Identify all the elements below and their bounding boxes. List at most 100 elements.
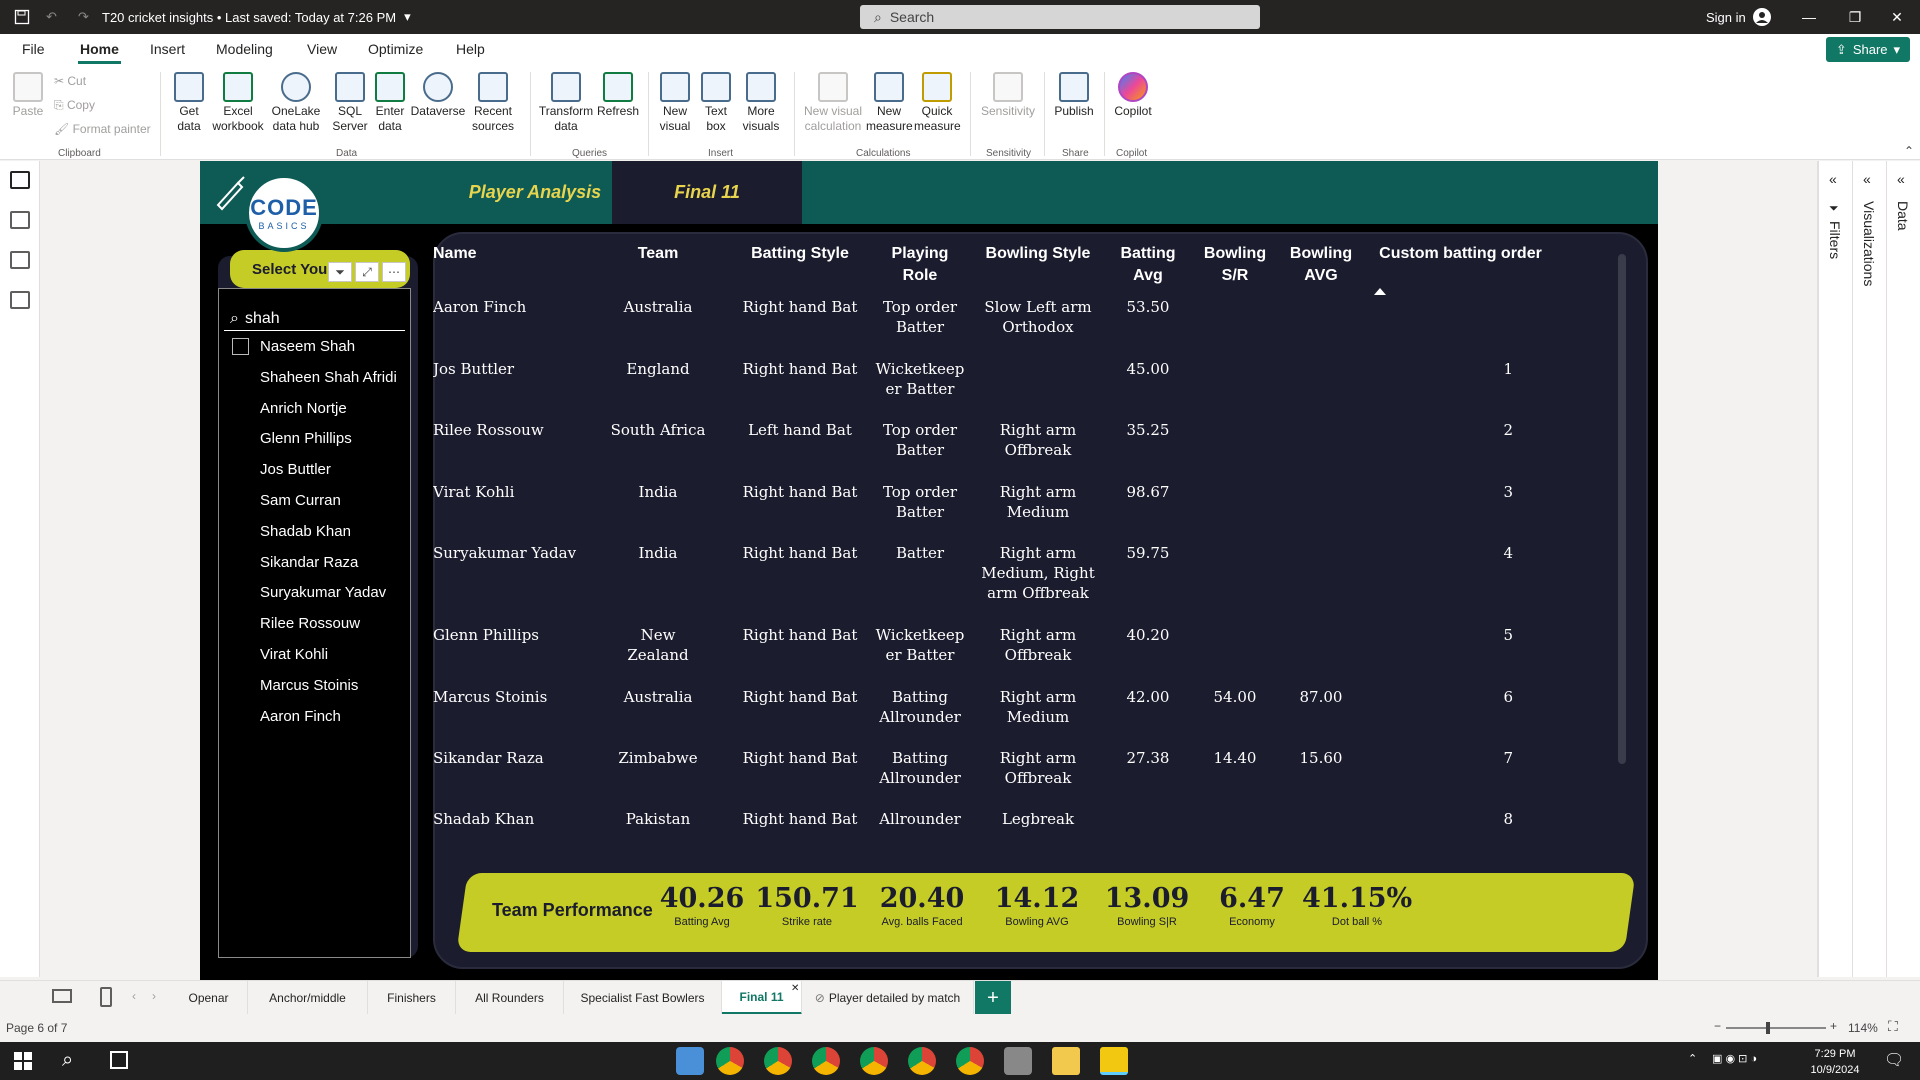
table-scrollbar[interactable] [1618, 254, 1626, 764]
column-header[interactable]: Bowling Style [973, 243, 1103, 265]
tab-insert[interactable]: Insert [150, 41, 185, 57]
zoom-level[interactable]: 114% [1848, 1021, 1878, 1035]
tab-help[interactable]: Help [456, 41, 485, 57]
chrome-icon[interactable] [956, 1047, 984, 1075]
close-tab-icon[interactable]: ✕ [791, 983, 799, 994]
checkbox[interactable] [232, 369, 249, 386]
page-tab[interactable]: Openar [170, 981, 248, 1015]
checkbox[interactable] [232, 492, 249, 509]
slicer-item[interactable]: Sam Curran [224, 489, 405, 512]
column-header[interactable]: Team [613, 243, 703, 265]
page-tab[interactable]: Finishers [368, 981, 456, 1015]
zoom-slider[interactable] [1726, 1027, 1826, 1029]
expand-icon[interactable]: « [1897, 171, 1905, 187]
page-tab-active[interactable]: Final 11 [722, 981, 802, 1015]
column-header[interactable]: Batting Style [735, 243, 865, 265]
search-input[interactable]: ⌕ Search [860, 5, 1260, 29]
sql-server-button[interactable]: SQL Server [328, 72, 372, 134]
slicer-search-input[interactable]: ⌕ shah [224, 308, 405, 331]
onelake-button[interactable]: OneLake data hub [268, 72, 324, 134]
notifications-icon[interactable]: 🗨 [1884, 1050, 1904, 1070]
visualizations-pane[interactable]: « Visualizations [1852, 161, 1886, 977]
get-data-button[interactable]: Get data [170, 72, 208, 134]
nav-player-analysis[interactable]: Player Analysis [465, 161, 605, 224]
close-button[interactable]: ✕ [1874, 0, 1920, 34]
column-header[interactable]: Bowling S/R [1199, 243, 1271, 287]
tab-home[interactable]: Home [78, 41, 121, 64]
checkbox[interactable] [232, 615, 249, 632]
focus-mode-icon[interactable]: ⤢ [355, 262, 379, 282]
transform-data-button[interactable]: Transform data [538, 72, 594, 134]
expand-icon[interactable]: « [1863, 171, 1871, 187]
more-visuals-button[interactable]: More visuals [736, 72, 786, 134]
collapse-ribbon-icon[interactable]: ⌃ [1904, 144, 1914, 158]
quick-measure-button[interactable]: Quick measure [914, 72, 961, 134]
text-box-button[interactable]: Text box [698, 72, 734, 134]
slicer-item[interactable]: Shaheen Shah Afridi [224, 366, 405, 389]
dax-query-view-icon[interactable] [10, 291, 30, 309]
page-tab[interactable]: ⊘ Player detailed by match [802, 981, 974, 1015]
excel-workbook-button[interactable]: Excel workbook [210, 72, 266, 134]
column-header[interactable]: Playing Role [885, 243, 955, 287]
column-header[interactable]: Name [433, 243, 513, 265]
tray-icons[interactable]: ▣ ◉ ⊡ ◑ [1712, 1052, 1757, 1065]
app-icon[interactable] [676, 1047, 704, 1075]
checkbox[interactable] [232, 430, 249, 447]
copy-button[interactable]: ⎘ Copy [54, 98, 95, 113]
slicer-item[interactable]: Virat Kohli [224, 643, 405, 666]
tab-modeling[interactable]: Modeling [216, 41, 273, 57]
scroll-left-icon[interactable]: ‹ [132, 989, 136, 1003]
file-explorer-icon[interactable] [1052, 1047, 1080, 1075]
enter-data-button[interactable]: Enter data [372, 72, 408, 134]
redo-icon[interactable]: ↷ [78, 0, 89, 34]
paste-button[interactable]: Paste [10, 72, 46, 119]
chrome-icon[interactable] [764, 1047, 792, 1075]
undo-icon[interactable]: ↶ [46, 0, 57, 34]
power-bi-icon[interactable] [1100, 1047, 1128, 1075]
document-title[interactable]: T20 cricket insights • Last saved: Today… [102, 0, 411, 34]
format-painter-button[interactable]: 🖌 Format painter [54, 122, 151, 136]
chrome-icon[interactable] [908, 1047, 936, 1075]
page-tab[interactable]: Anchor/middle [248, 981, 368, 1015]
slicer-item[interactable]: Jos Buttler [224, 458, 405, 481]
new-visual-calculation-button[interactable]: New visual calculation [800, 72, 866, 134]
scroll-right-icon[interactable]: › [152, 989, 156, 1003]
copilot-button[interactable]: Copilot [1110, 72, 1156, 119]
new-visual-button[interactable]: New visual [656, 72, 694, 134]
column-header[interactable]: Bowling AVG [1285, 243, 1357, 287]
slicer-item[interactable]: Suryakumar Yadav [224, 581, 405, 604]
nav-final-11[interactable]: Final 11 [612, 161, 802, 224]
tab-file[interactable]: File [22, 41, 45, 57]
system-tray-chevron-icon[interactable]: ⌃ [1688, 1052, 1697, 1065]
column-header[interactable]: Custom batting order [1373, 243, 1548, 265]
checkbox[interactable] [232, 338, 249, 355]
slicer-item[interactable]: Glenn Phillips [224, 427, 405, 450]
checkbox[interactable] [232, 554, 249, 571]
chrome-icon[interactable] [812, 1047, 840, 1075]
restore-button[interactable]: ❐ [1832, 0, 1878, 34]
slicer-item[interactable]: Rilee Rossouw [224, 612, 405, 635]
tab-view[interactable]: View [307, 41, 337, 57]
search-icon[interactable]: ⌕ [62, 1049, 73, 1072]
chrome-icon[interactable] [716, 1047, 744, 1075]
model-view-icon[interactable] [10, 251, 30, 269]
sensitivity-button[interactable]: Sensitivity [978, 72, 1038, 119]
task-view-icon[interactable] [110, 1051, 128, 1069]
account-icon[interactable] [1752, 0, 1772, 34]
filters-pane[interactable]: « ⏷ Filters [1818, 161, 1852, 977]
expand-icon[interactable]: « [1829, 171, 1837, 187]
desktop-layout-icon[interactable] [52, 989, 72, 1003]
table-view-icon[interactable] [10, 211, 30, 229]
refresh-button[interactable]: Refresh [596, 72, 640, 119]
fit-to-page-icon[interactable]: ⛶ [1888, 1018, 1898, 1035]
tab-optimize[interactable]: Optimize [368, 41, 423, 57]
zoom-in-button[interactable]: + [1830, 1019, 1837, 1033]
dataverse-button[interactable]: Dataverse [410, 72, 466, 119]
chrome-icon[interactable] [860, 1047, 888, 1075]
checkbox[interactable] [232, 708, 249, 725]
checkbox[interactable] [232, 677, 249, 694]
start-icon[interactable] [14, 1052, 32, 1070]
share-button[interactable]: ⇪ Share ▾ [1826, 37, 1910, 62]
column-header[interactable]: Batting Avg [1113, 243, 1183, 287]
slicer-item[interactable]: Marcus Stoinis [224, 674, 405, 697]
